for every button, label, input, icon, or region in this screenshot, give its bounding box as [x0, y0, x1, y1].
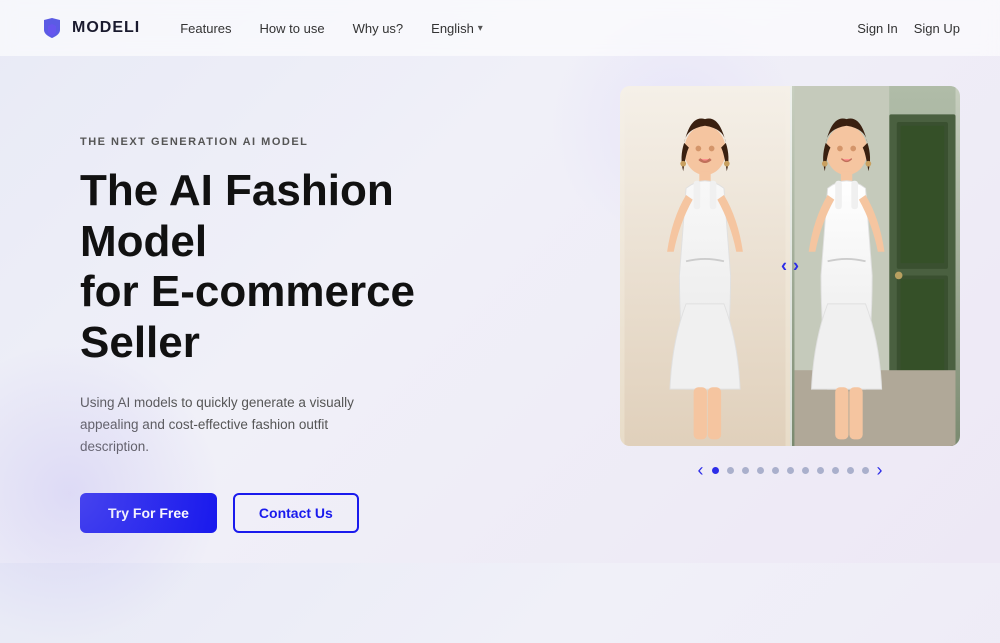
- contact-us-button[interactable]: Contact Us: [233, 493, 359, 533]
- carousel-dot-8[interactable]: [817, 467, 824, 474]
- hero-image-area: ‹ › ‹ ›: [620, 86, 960, 481]
- compare-left-icon: ‹: [781, 256, 787, 277]
- carousel-dot-4[interactable]: [757, 467, 764, 474]
- hero-description: Using AI models to quickly generate a vi…: [80, 392, 400, 457]
- carousel-dot-2[interactable]: [727, 467, 734, 474]
- carousel-nav: ‹ ›: [620, 460, 960, 481]
- hero-content: THE NEXT GENERATION AI MODEL The AI Fash…: [80, 116, 530, 533]
- nav-right: Sign In Sign Up: [857, 21, 960, 36]
- logo-icon: [40, 16, 64, 40]
- carousel-dot-7[interactable]: [802, 467, 809, 474]
- carousel-next-button[interactable]: ›: [877, 460, 883, 481]
- brand-name: MODELI: [72, 19, 140, 37]
- carousel-dot-9[interactable]: [832, 467, 839, 474]
- hero-section: THE NEXT GENERATION AI MODEL The AI Fash…: [0, 56, 1000, 563]
- sign-up-button[interactable]: Sign Up: [914, 21, 960, 36]
- compare-arrows[interactable]: ‹ ›: [781, 256, 799, 277]
- carousel-dot-3[interactable]: [742, 467, 749, 474]
- carousel-prev-button[interactable]: ‹: [698, 460, 704, 481]
- hero-title: The AI Fashion Model for E-commerce Sell…: [80, 166, 530, 368]
- navbar: MODELI Features How to use Why us? Engli…: [0, 0, 1000, 56]
- nav-language[interactable]: English ▾: [431, 21, 483, 36]
- sign-in-button[interactable]: Sign In: [857, 21, 897, 36]
- image-after: [790, 86, 960, 446]
- hero-buttons: Try For Free Contact Us: [80, 493, 530, 533]
- chevron-down-icon: ▾: [478, 23, 483, 34]
- try-free-button[interactable]: Try For Free: [80, 493, 217, 533]
- nav-features[interactable]: Features: [180, 21, 231, 36]
- carousel-dot-10[interactable]: [847, 467, 854, 474]
- logo[interactable]: MODELI: [40, 16, 140, 40]
- carousel-dot-1[interactable]: [712, 467, 719, 474]
- nav-why-us[interactable]: Why us?: [353, 21, 404, 36]
- image-before: [620, 86, 790, 446]
- image-carousel: ‹ ›: [620, 86, 960, 446]
- nav-how-to-use[interactable]: How to use: [260, 21, 325, 36]
- carousel-dot-11[interactable]: [862, 467, 869, 474]
- compare-right-icon: ›: [793, 256, 799, 277]
- hero-eyebrow: THE NEXT GENERATION AI MODEL: [80, 136, 530, 148]
- nav-links: Features How to use Why us? English ▾: [180, 21, 857, 36]
- carousel-dot-6[interactable]: [787, 467, 794, 474]
- carousel-dot-5[interactable]: [772, 467, 779, 474]
